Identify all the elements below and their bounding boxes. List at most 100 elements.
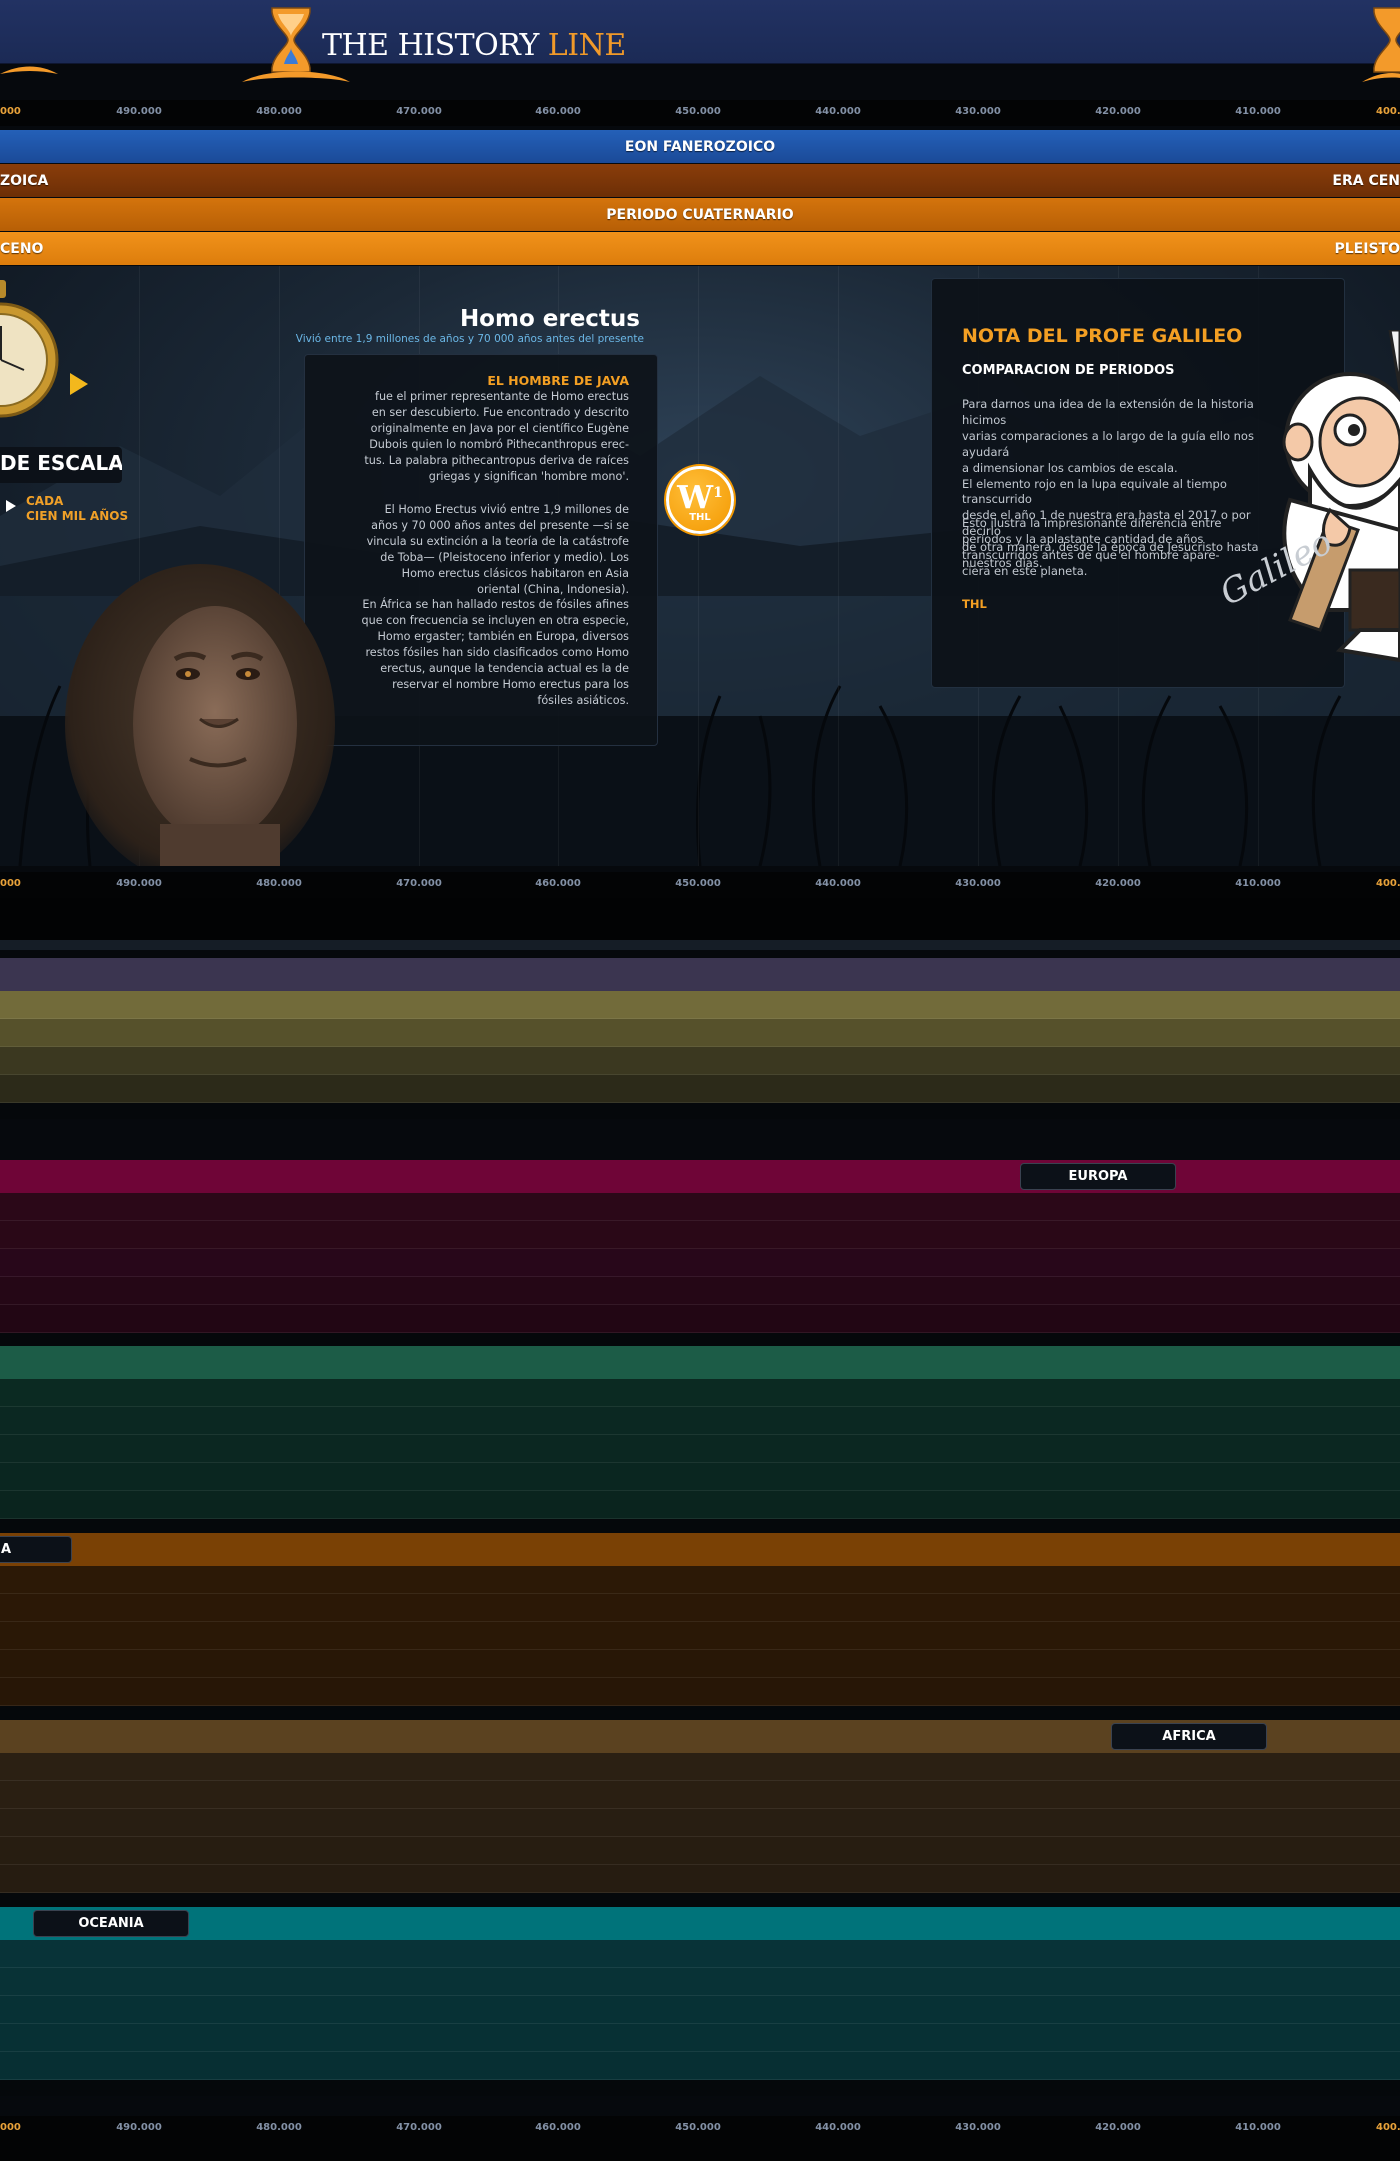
continent-track-row bbox=[0, 1463, 1400, 1491]
ruler-tick-label: 490.000 bbox=[116, 106, 162, 117]
continent-track-row bbox=[0, 1594, 1400, 1622]
ruler-tick-label: 440.000 bbox=[815, 106, 861, 117]
continent-track-row bbox=[0, 1249, 1400, 1277]
ruler-tick-label: 400. bbox=[1376, 106, 1400, 117]
ruler-tick-label: 440.000 bbox=[815, 878, 861, 889]
species-subtitle: Vivió entre 1,9 millones de años y 70 00… bbox=[295, 333, 644, 345]
play-triangle-icon bbox=[6, 500, 16, 512]
continent-track-row bbox=[0, 1075, 1400, 1103]
ruler-tick-label: 430.000 bbox=[955, 106, 1001, 117]
track-group-gap bbox=[0, 2080, 1400, 2096]
note-sign: THL bbox=[962, 597, 987, 611]
continent-track-row bbox=[0, 1865, 1400, 1893]
ruler-tick-label: 490.000 bbox=[116, 2122, 162, 2133]
continent-chip-africa[interactable]: AFRICA bbox=[1111, 1723, 1267, 1750]
continent-track-row bbox=[0, 991, 1400, 1019]
spacer bbox=[0, 898, 1400, 940]
hourglass-logo-icon-right bbox=[1362, 7, 1400, 82]
continent-track-row bbox=[0, 1968, 1400, 1996]
ruler-tick-label: 000 bbox=[0, 106, 21, 117]
period-label: PERIODO CUATERNARIO bbox=[606, 206, 794, 223]
ruler-tick-label: 450.000 bbox=[675, 2122, 721, 2133]
homo-erectus-portrait-image bbox=[65, 564, 335, 866]
ruler-tick-label: 400. bbox=[1376, 2122, 1400, 2133]
ruler-tick-label: 000 bbox=[0, 2122, 21, 2133]
ruler-tick-label: 410.000 bbox=[1235, 106, 1281, 117]
ruler-tick-label: 410.000 bbox=[1235, 2122, 1281, 2133]
ruler-tick-label: 430.000 bbox=[955, 878, 1001, 889]
continent-header-row bbox=[0, 1346, 1400, 1379]
scale-label: DE ESCALA bbox=[0, 447, 122, 483]
w-thl-badge[interactable]: W1 THL bbox=[666, 466, 734, 534]
ruler-tick-label: 480.000 bbox=[256, 878, 302, 889]
continent-track-row bbox=[0, 1407, 1400, 1435]
continent-header-row bbox=[0, 1533, 1400, 1566]
era-label-right: ERA CEN bbox=[1332, 172, 1400, 189]
logo-text-accent: LINE bbox=[547, 28, 626, 63]
site-logo-text[interactable]: THE HISTORY LINE bbox=[322, 28, 626, 63]
ruler-tick-label: 400. bbox=[1376, 878, 1400, 889]
continent-chip-oceania[interactable]: OCEANIA bbox=[33, 1910, 189, 1937]
track-divider bbox=[0, 940, 1400, 950]
ruler-tick-label: 490.000 bbox=[116, 878, 162, 889]
scale-sub-line-2: CIEN MIL AÑOS bbox=[26, 509, 129, 523]
continent-track-row bbox=[0, 1940, 1400, 1968]
hero-gridline bbox=[838, 266, 839, 866]
galileo-character-illustration bbox=[1282, 330, 1400, 663]
eon-band[interactable]: EON FANEROZOICO bbox=[0, 130, 1400, 163]
epoch-label-right: PLEISTO bbox=[1334, 240, 1400, 257]
track-group-gap bbox=[0, 1103, 1400, 1119]
continent-track-row bbox=[0, 1047, 1400, 1075]
ruler-tick-label: 480.000 bbox=[256, 106, 302, 117]
timeline-ruler-bottom: 000 490.000 480.000 470.000 460.000 450.000 44… bbox=[0, 2116, 1400, 2161]
play-arrow-icon[interactable] bbox=[70, 373, 88, 395]
scale-sub-line-1: CADA bbox=[26, 494, 64, 508]
continent-track-row bbox=[0, 1379, 1400, 1407]
continent-track-row bbox=[0, 1566, 1400, 1594]
hourglass-logo-icon-left bbox=[0, 66, 58, 74]
ruler-tick-label: 460.000 bbox=[535, 2122, 581, 2133]
continent-chip-europa[interactable]: EUROPA bbox=[1020, 1163, 1176, 1190]
logo-text-main: THE HISTORY bbox=[322, 28, 539, 63]
species-paragraph-2: El Homo Erectus vivió entre 1,9 millones… bbox=[361, 503, 629, 707]
continent-track-row bbox=[0, 1019, 1400, 1047]
ruler-tick-label: 420.000 bbox=[1095, 2122, 1141, 2133]
continent-chip-asia[interactable]: A bbox=[0, 1536, 72, 1563]
badge-letter: W bbox=[677, 478, 714, 517]
page: THE HISTORY LINE 000 490.000 480.000 470.00… bbox=[0, 0, 1400, 2161]
continent-track-row bbox=[0, 1837, 1400, 1865]
continent-track-row bbox=[0, 1809, 1400, 1837]
continent-header-row bbox=[0, 958, 1400, 991]
hero-gridline bbox=[698, 266, 699, 866]
continent-track-row bbox=[0, 1650, 1400, 1678]
ruler-tick-label: 000 bbox=[0, 878, 21, 889]
species-title: Homo erectus bbox=[459, 306, 640, 332]
ruler-tick-label: 480.000 bbox=[256, 2122, 302, 2133]
ruler-tick-label: 470.000 bbox=[396, 878, 442, 889]
continent-track-row bbox=[0, 1221, 1400, 1249]
ruler-tick-label: 420.000 bbox=[1095, 878, 1141, 889]
note-subtitle: COMPARACION DE PERIODOS bbox=[962, 363, 1175, 378]
continent-track-row bbox=[0, 1996, 1400, 2024]
timeline-ruler-top: 000 490.000 480.000 470.000 460.000 450.000 44… bbox=[0, 100, 1400, 126]
ruler-tick-label: 450.000 bbox=[675, 878, 721, 889]
eon-label: EON FANEROZOICO bbox=[624, 138, 776, 155]
species-card-title: EL HOMBRE DE JAVA bbox=[487, 373, 629, 388]
period-band[interactable]: PERIODO CUATERNARIO bbox=[0, 198, 1400, 231]
epoch-band[interactable]: CENO PLEISTO bbox=[0, 232, 1400, 265]
continent-track-row bbox=[0, 2052, 1400, 2080]
continent-track-row bbox=[0, 1781, 1400, 1809]
continent-track-row bbox=[0, 1193, 1400, 1221]
continent-track-row bbox=[0, 2024, 1400, 2052]
ruler-tick-label: 410.000 bbox=[1235, 878, 1281, 889]
badge-superscript: 1 bbox=[713, 485, 723, 501]
continent-track-row bbox=[0, 1435, 1400, 1463]
continent-track-row bbox=[0, 1491, 1400, 1519]
continent-track-row bbox=[0, 1277, 1400, 1305]
ruler-tick-label: 440.000 bbox=[815, 2122, 861, 2133]
continent-header-row bbox=[0, 1160, 1400, 1193]
ruler-tick-label: 470.000 bbox=[396, 106, 442, 117]
ruler-tick-label: 460.000 bbox=[535, 106, 581, 117]
timeline-ruler-middle: 000 490.000 480.000 470.000 460.000 450.000 44… bbox=[0, 872, 1400, 898]
era-band[interactable]: ZOICA ERA CEN bbox=[0, 164, 1400, 197]
